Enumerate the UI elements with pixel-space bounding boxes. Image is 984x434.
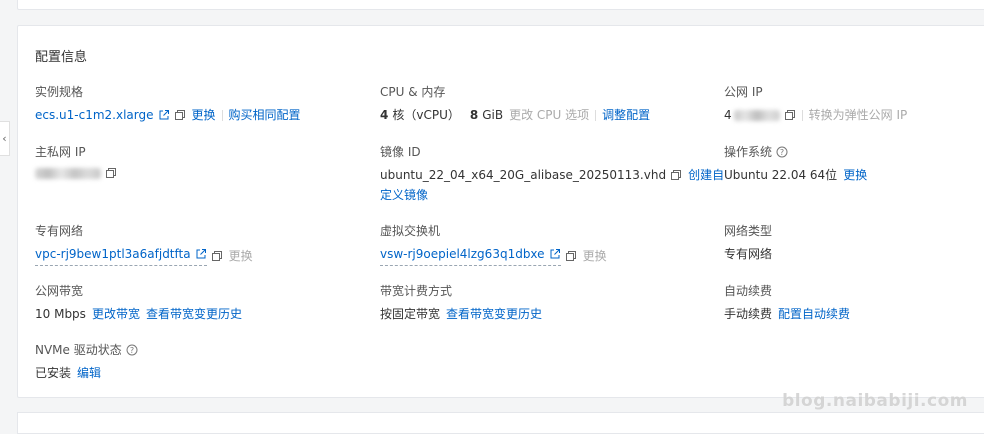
buy-same-config-link[interactable]: 购买相同配置 — [229, 107, 301, 123]
public-ip-field: 公网 IP 4 转换为弹性公网 IP — [724, 84, 907, 123]
public-ip-value: 4 — [724, 108, 732, 122]
divider — [595, 109, 597, 121]
private-ip-label: 主私网 IP — [35, 145, 86, 159]
section-title: 配置信息 — [35, 50, 88, 65]
config-info-card: 配置信息 实例规格 ecs.u1-c1m2.xlarge 更换 购买相同配置 C… — [17, 25, 984, 398]
cpu-memory-label: CPU & 内存 — [380, 85, 446, 99]
change-spec-link[interactable]: 更换 — [192, 107, 216, 123]
memory-unit: GiB — [482, 108, 504, 122]
external-link-icon[interactable] — [549, 248, 561, 260]
next-card — [17, 412, 984, 434]
copy-icon[interactable] — [565, 250, 577, 262]
network-type-value: 专有网络 — [724, 247, 773, 261]
nvme-label: NVMe 驱动状态 — [35, 343, 122, 357]
svg-text:?: ? — [130, 346, 134, 355]
copy-icon[interactable] — [174, 109, 186, 121]
cpu-unit: 核（vCPU） — [392, 108, 460, 122]
os-field: 操作系统 ? Ubuntu 22.04 64位 更换 — [724, 144, 867, 183]
change-cpu-options-link[interactable]: 更改 CPU 选项 — [509, 107, 589, 123]
billing-history-link[interactable]: 查看带宽变更历史 — [446, 306, 542, 322]
change-vpc-link[interactable]: 更换 — [229, 248, 253, 264]
image-id-field: 镜像 ID ubuntu_22_04_x64_20G_alibase_20250… — [380, 144, 724, 205]
auto-renew-value: 手动续费 — [724, 307, 773, 321]
nvme-field: NVMe 驱动状态 ? 已安装 编辑 — [35, 342, 138, 381]
auto-renew-label: 自动续费 — [724, 284, 773, 298]
auto-renew-field: 自动续费 手动续费 配置自动续费 — [724, 283, 850, 322]
vswitch-label: 虚拟交换机 — [380, 224, 441, 238]
bandwidth-value: 10 Mbps — [35, 307, 86, 321]
side-collapse-handle[interactable]: ‹ — [0, 121, 10, 156]
vpc-field: 专有网络 vpc-rj9bew1ptl3a6afjdtfta 更换 — [35, 223, 253, 266]
svg-text:?: ? — [780, 148, 784, 157]
network-type-field: 网络类型 专有网络 — [724, 223, 772, 262]
billing-label: 带宽计费方式 — [380, 284, 453, 298]
copy-icon[interactable] — [105, 167, 117, 179]
watermark: blog.naibabiji.com — [782, 391, 968, 411]
divider — [801, 109, 803, 121]
external-link-icon[interactable] — [158, 109, 170, 121]
copy-icon[interactable] — [784, 109, 796, 121]
config-auto-renew-link[interactable]: 配置自动续费 — [778, 306, 850, 322]
instance-spec-label: 实例规格 — [35, 85, 84, 99]
nvme-value: 已安装 — [35, 366, 72, 380]
chevron-left-icon: ‹ — [2, 132, 7, 145]
copy-icon[interactable] — [211, 250, 223, 262]
image-id-value: ubuntu_22_04_x64_20G_alibase_20250113.vh… — [380, 168, 667, 182]
cpu-memory-field: CPU & 内存 4 核（vCPU） 8 GiB 更改 CPU 选项 调整配置 — [380, 84, 650, 123]
bandwidth-history-link[interactable]: 查看带宽变更历史 — [146, 306, 242, 322]
cpu-count: 4 — [380, 108, 389, 122]
redacted-ip — [733, 109, 780, 121]
private-ip-field: 主私网 IP — [35, 144, 117, 179]
vswitch-field: 虚拟交换机 vsw-rj9oepiel4lzg63q1dbxe 更换 — [380, 223, 607, 266]
public-ip-label: 公网 IP — [724, 85, 763, 99]
vpc-label: 专有网络 — [35, 224, 84, 238]
change-os-link[interactable]: 更换 — [843, 167, 867, 183]
copy-icon[interactable] — [670, 169, 682, 181]
instance-spec-field: 实例规格 ecs.u1-c1m2.xlarge 更换 购买相同配置 — [35, 84, 301, 123]
edit-nvme-link[interactable]: 编辑 — [77, 365, 101, 381]
os-label: 操作系统 — [724, 145, 773, 159]
memory-size: 8 — [469, 108, 479, 122]
vswitch-link[interactable]: vsw-rj9oepiel4lzg63q1dbxe — [380, 246, 545, 262]
os-value: Ubuntu 22.04 64位 — [724, 168, 838, 182]
image-id-label: 镜像 ID — [380, 145, 421, 159]
create-custom-image-link-cont[interactable]: 定义镜像 — [380, 188, 428, 202]
change-bandwidth-link[interactable]: 更改带宽 — [92, 306, 140, 322]
billing-value: 按固定带宽 — [380, 307, 441, 321]
network-type-label: 网络类型 — [724, 224, 773, 238]
divider — [221, 109, 223, 121]
redacted-private-ip — [35, 167, 101, 179]
bandwidth-label: 公网带宽 — [35, 284, 84, 298]
vpc-link[interactable]: vpc-rj9bew1ptl3a6afjdtfta — [35, 246, 191, 262]
previous-card — [17, 0, 984, 10]
instance-spec-link[interactable]: ecs.u1-c1m2.xlarge — [35, 107, 154, 123]
help-icon[interactable]: ? — [776, 146, 788, 158]
external-link-icon[interactable] — [195, 248, 207, 260]
help-icon[interactable]: ? — [126, 344, 138, 356]
create-custom-image-link[interactable]: 创建自 — [688, 165, 724, 185]
adjust-config-link[interactable]: 调整配置 — [602, 107, 650, 123]
billing-field: 带宽计费方式 按固定带宽 查看带宽变更历史 — [380, 283, 542, 322]
change-vswitch-link[interactable]: 更换 — [583, 248, 607, 264]
convert-eip-link[interactable]: 转换为弹性公网 IP — [809, 107, 908, 123]
bandwidth-field: 公网带宽 10 Mbps 更改带宽 查看带宽变更历史 — [35, 283, 242, 322]
